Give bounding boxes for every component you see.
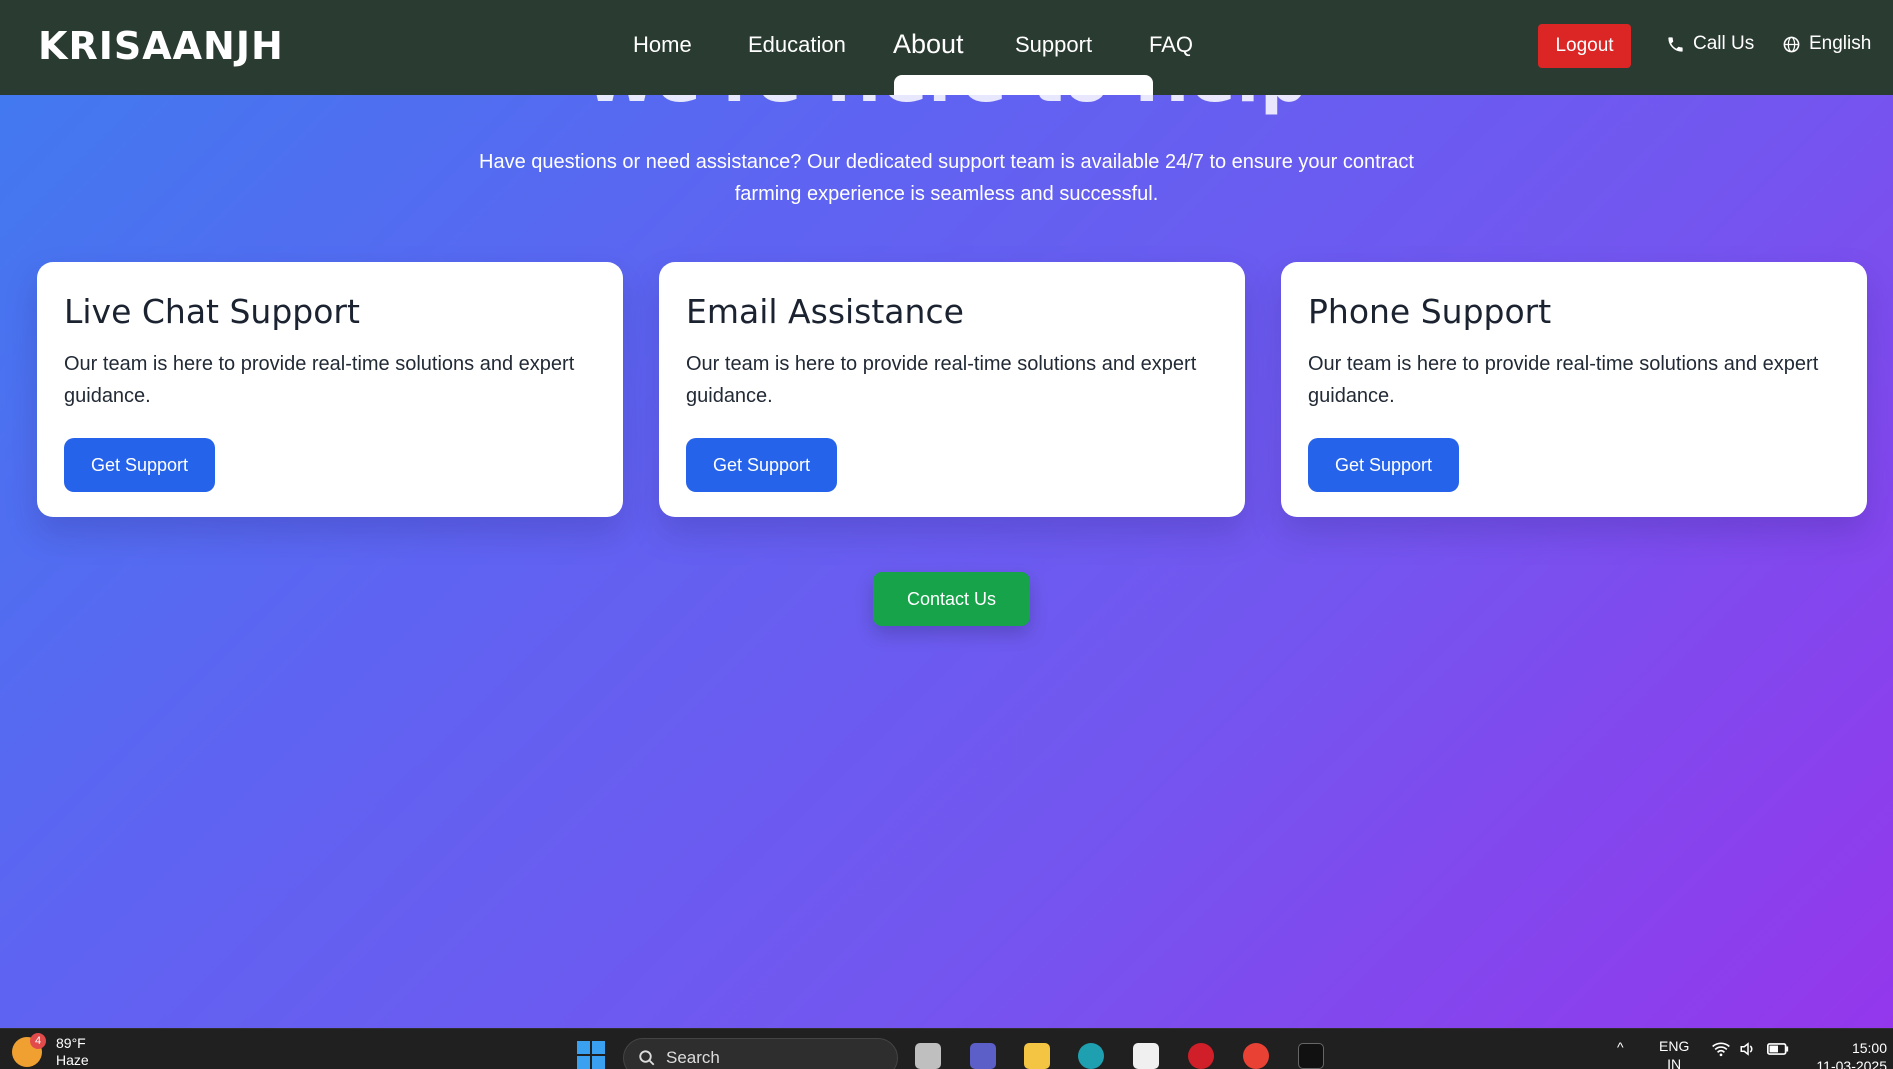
navbar: KRISAANJH Home Education About Support F… xyxy=(0,0,1893,95)
weather-desc: Haze xyxy=(56,1052,89,1068)
contact-us-button[interactable]: Contact Us xyxy=(873,572,1030,626)
volume-icon[interactable] xyxy=(1739,1041,1757,1060)
card-title: Live Chat Support xyxy=(64,292,360,331)
card-title: Email Assistance xyxy=(686,292,964,331)
store-icon[interactable] xyxy=(1133,1043,1159,1069)
card-email: Email Assistance Our team is here to pro… xyxy=(659,262,1245,517)
nav-home[interactable]: Home xyxy=(633,32,692,58)
taskbar-search[interactable]: Search xyxy=(623,1038,898,1069)
task-view-icon[interactable] xyxy=(915,1043,941,1069)
tray-chevron-icon[interactable]: ^ xyxy=(1617,1039,1624,1055)
edge-icon[interactable] xyxy=(1078,1043,1104,1069)
globe-icon xyxy=(1783,36,1800,52)
language-label: English xyxy=(1809,33,1872,54)
logout-button[interactable]: Logout xyxy=(1538,24,1631,68)
chrome-icon[interactable] xyxy=(1243,1043,1269,1069)
nav-education[interactable]: Education xyxy=(748,32,846,58)
opera-icon[interactable] xyxy=(1188,1043,1214,1069)
call-us-label: Call Us xyxy=(1693,33,1755,54)
language-selector[interactable]: English xyxy=(1782,33,1871,55)
weather-temp: 89°F xyxy=(56,1035,86,1051)
search-icon xyxy=(639,1050,655,1066)
notification-badge: 4 xyxy=(30,1033,46,1049)
file-explorer-icon[interactable] xyxy=(1024,1043,1050,1069)
system-clock[interactable]: 15:00 11-03-2025 xyxy=(1816,1039,1887,1069)
nav-support[interactable]: Support xyxy=(1015,32,1092,58)
phone-icon xyxy=(1668,36,1683,52)
battery-icon[interactable] xyxy=(1767,1042,1789,1059)
app-icon[interactable] xyxy=(1298,1043,1324,1069)
support-cards: Live Chat Support Our team is here to pr… xyxy=(37,262,1867,517)
support-page: We're Here to Help Have questions or nee… xyxy=(0,0,1893,1028)
card-text: Our team is here to provide real-time so… xyxy=(686,353,1197,407)
windows-start-icon[interactable] xyxy=(577,1041,605,1069)
get-support-button-email[interactable]: Get Support xyxy=(686,438,837,492)
hero-subtitle: Have questions or need assistance? Our d… xyxy=(479,151,1414,205)
search-placeholder: Search xyxy=(666,1048,720,1067)
clock-date: 11-03-2025 xyxy=(1816,1058,1887,1069)
card-phone: Phone Support Our team is here to provid… xyxy=(1281,262,1867,517)
wifi-icon[interactable] xyxy=(1711,1041,1731,1060)
card-live-chat: Live Chat Support Our team is here to pr… xyxy=(37,262,623,517)
active-tab-indicator xyxy=(894,75,1153,95)
nav-faq[interactable]: FAQ xyxy=(1149,32,1193,58)
get-support-button-phone[interactable]: Get Support xyxy=(1308,438,1459,492)
get-support-button-live-chat[interactable]: Get Support xyxy=(64,438,215,492)
nav-about[interactable]: About xyxy=(893,29,964,60)
card-text: Our team is here to provide real-time so… xyxy=(64,353,575,407)
taskbar: 4 89°F Haze Search ^ ENG IN 15:00 11-03-… xyxy=(0,1028,1893,1069)
teams-icon[interactable] xyxy=(970,1043,996,1069)
card-title: Phone Support xyxy=(1308,292,1552,331)
brand-logo[interactable]: KRISAANJH xyxy=(38,24,284,68)
language-indicator[interactable]: ENG IN xyxy=(1659,1037,1689,1069)
clock-time: 15:00 xyxy=(1851,1040,1887,1056)
card-text: Our team is here to provide real-time so… xyxy=(1308,353,1819,407)
call-us-link[interactable]: Call Us xyxy=(1666,33,1754,55)
